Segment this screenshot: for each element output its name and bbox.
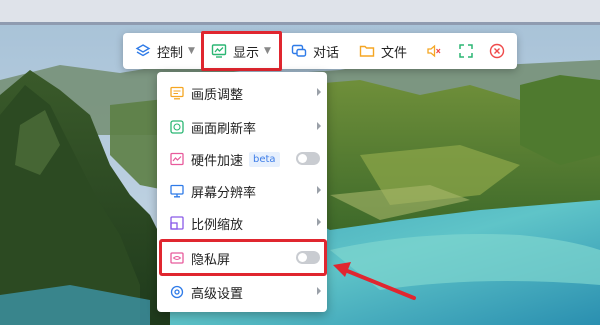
menu-item-screen-resolution[interactable]: 屏幕分辨率: [157, 175, 327, 207]
menu-item-label: 屏幕分辨率: [191, 185, 257, 201]
chevron-down-icon: ▼: [264, 46, 271, 56]
refresh-icon: [170, 120, 184, 134]
picture-quality-icon: [170, 86, 184, 100]
menu-item-advanced-settings[interactable]: 高级设置: [157, 276, 327, 308]
chevron-right-icon: [317, 88, 321, 96]
file-label: 文件: [381, 45, 408, 61]
scale-icon: [170, 216, 184, 230]
menu-item-picture-quality[interactable]: 画质调整: [157, 77, 327, 109]
display-dropdown-menu: 画质调整 画面刷新率 硬件加速 beta 屏幕分辨率 比例缩放 隐私屏 高级设置: [157, 72, 327, 312]
chevron-right-icon: [317, 287, 321, 295]
close-circle-icon: [489, 43, 505, 59]
beta-badge: beta: [249, 151, 280, 167]
monitor-chart-icon: [211, 43, 227, 59]
hardware-accel-icon: [170, 152, 184, 166]
hardware-acceleration-toggle[interactable]: [296, 152, 320, 165]
chevron-right-icon: [317, 186, 321, 194]
chat-button[interactable]: 对话: [291, 33, 339, 69]
menu-item-scale[interactable]: 比例缩放: [157, 207, 327, 239]
chevron-right-icon: [317, 218, 321, 226]
gear-icon: [170, 285, 184, 299]
chat-icon: [291, 43, 307, 59]
display-label: 显示: [233, 45, 260, 61]
window-top-strip: [0, 0, 600, 25]
control-menu-button[interactable]: 控制 ▼: [135, 33, 195, 69]
mute-speaker-icon: [426, 43, 442, 59]
menu-item-label: 比例缩放: [191, 217, 244, 233]
folder-icon: [359, 43, 375, 59]
close-session-button[interactable]: [489, 33, 511, 69]
menu-item-label: 高级设置: [191, 286, 244, 302]
fullscreen-button[interactable]: [458, 33, 480, 69]
fullscreen-icon: [458, 43, 474, 59]
menu-item-label: 硬件加速: [191, 153, 244, 169]
menu-item-hardware-acceleration[interactable]: 硬件加速 beta: [157, 143, 327, 175]
menu-item-label: 画面刷新率: [191, 121, 257, 137]
privacy-screen-icon: [170, 251, 184, 265]
menu-item-refresh-rate[interactable]: 画面刷新率: [157, 111, 327, 143]
menu-item-privacy-screen[interactable]: 隐私屏: [157, 242, 327, 274]
file-button[interactable]: 文件: [359, 33, 407, 69]
control-label: 控制: [157, 45, 184, 61]
layers-icon: [135, 43, 151, 59]
privacy-screen-toggle[interactable]: [296, 251, 320, 264]
menu-item-label: 隐私屏: [191, 252, 231, 268]
mute-button[interactable]: [426, 33, 448, 69]
remote-control-toolbar: 控制 ▼ 显示 ▼ 对话 文件: [123, 33, 517, 69]
chevron-down-icon: ▼: [188, 46, 195, 56]
screen-resolution-icon: [170, 184, 184, 198]
display-menu-button[interactable]: 显示 ▼: [211, 33, 271, 69]
menu-item-label: 画质调整: [191, 87, 244, 103]
chevron-right-icon: [317, 122, 321, 130]
chat-label: 对话: [313, 45, 340, 61]
